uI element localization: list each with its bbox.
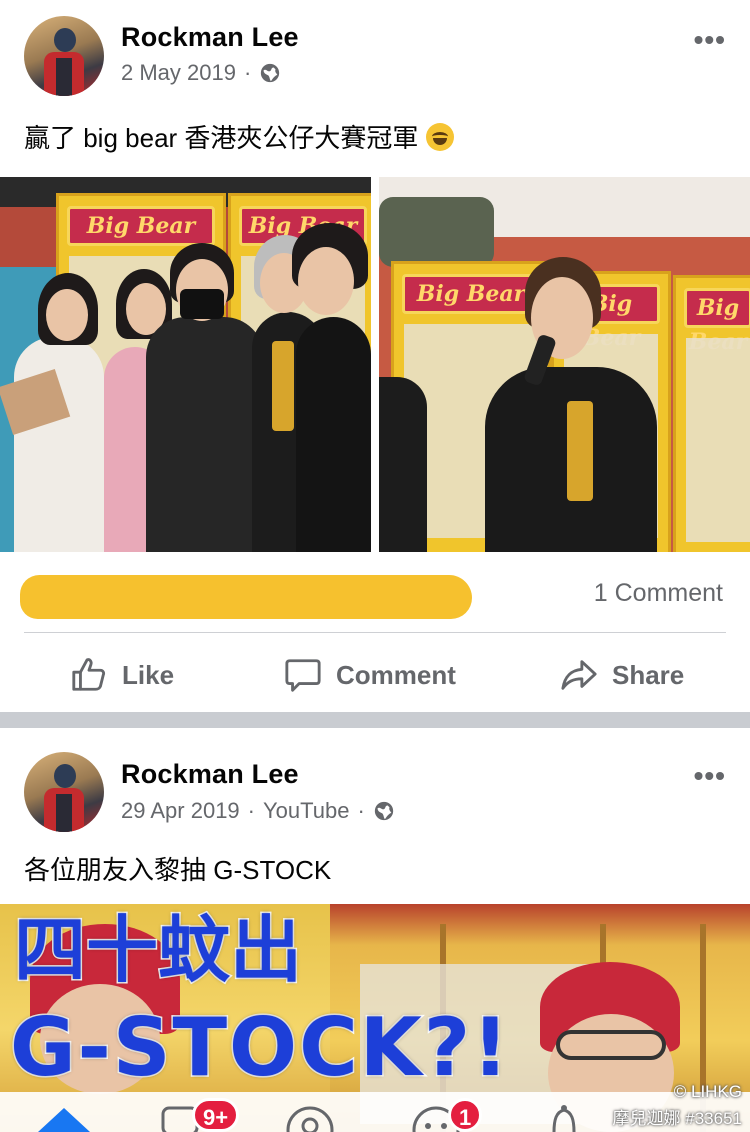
trophy: [272, 341, 294, 431]
post-meta: 29 Apr 2019 · YouTube ·: [121, 798, 395, 824]
post-text: 各位朋友入黎抽 G-STOCK: [24, 855, 332, 885]
notification-badge: 9+: [192, 1098, 240, 1132]
groups-badge: 1: [448, 1098, 483, 1132]
action-bar: Like Comment Share: [0, 640, 750, 710]
person: [379, 377, 427, 552]
comment-label: Comment: [336, 659, 456, 690]
post-text-content: 贏了 big bear 香港夾公仔大賽冠軍: [24, 123, 419, 153]
meta-separator: ·: [243, 60, 252, 85]
home-icon[interactable]: [36, 1106, 92, 1132]
bell-icon[interactable]: [546, 1104, 582, 1132]
thumbs-up-icon: [72, 658, 106, 691]
machine-sign: Big Bear: [67, 206, 215, 246]
post-photo-left[interactable]: Big Bear Big Bear: [0, 177, 371, 552]
redacted-reactions: [20, 575, 472, 619]
rolling-on-floor-laughing-emoji: [425, 123, 454, 151]
feed-divider: [0, 712, 750, 728]
share-button[interactable]: Share: [560, 652, 684, 698]
machine-sign: Big Bear: [402, 274, 540, 314]
post-date[interactable]: 2 May 2019: [121, 60, 236, 86]
meta-separator: ·: [247, 798, 255, 823]
watermark-text: 摩兒迦娜 #33651: [612, 1109, 742, 1128]
comment-button[interactable]: Comment: [284, 652, 456, 698]
post-date[interactable]: 29 Apr 2019: [121, 798, 240, 824]
meta-separator: ·: [357, 798, 365, 823]
author-avatar[interactable]: [24, 752, 104, 832]
person: [146, 317, 264, 552]
post-photo-right[interactable]: Big Bear Big Bear Big Bear: [379, 177, 750, 552]
person: [14, 337, 104, 552]
divider: [24, 632, 726, 633]
post-source: YouTube: [263, 798, 350, 823]
share-arrow-icon: [561, 660, 597, 690]
post-card: Rockman Lee 2 May 2019 · ••• 贏了 big bear…: [0, 0, 750, 712]
watermark-logo: © LIHKG: [673, 1082, 742, 1101]
reactions-row: 1 Comment: [0, 565, 750, 625]
trophy: [567, 401, 593, 501]
post-text: 贏了 big bear 香港夾公仔大賽冠軍: [24, 118, 454, 155]
globe-icon: [261, 63, 280, 83]
post-meta: 2 May 2019 ·: [121, 60, 281, 86]
person: [296, 317, 371, 552]
profile-icon[interactable]: [284, 1104, 336, 1132]
like-label: Like: [122, 659, 175, 690]
thumbnail-title-line1: 四十蚊出: [12, 907, 303, 994]
globe-icon: [374, 801, 393, 821]
author-name[interactable]: Rockman Lee: [121, 22, 299, 53]
more-options-icon[interactable]: •••: [694, 24, 726, 56]
share-label: Share: [612, 659, 685, 690]
more-options-icon[interactable]: •••: [694, 760, 726, 792]
comment-bubble-icon: [285, 659, 321, 692]
thumbnail-title-line2: G-STOCK?!: [9, 1000, 511, 1096]
claw-machine: Big Bear: [673, 275, 750, 552]
author-avatar[interactable]: [24, 16, 104, 96]
machine-sign: Big Bear: [684, 288, 750, 355]
author-name[interactable]: Rockman Lee: [121, 759, 299, 790]
like-button[interactable]: Like: [70, 652, 174, 698]
comment-count[interactable]: 1 Comment: [594, 579, 723, 608]
